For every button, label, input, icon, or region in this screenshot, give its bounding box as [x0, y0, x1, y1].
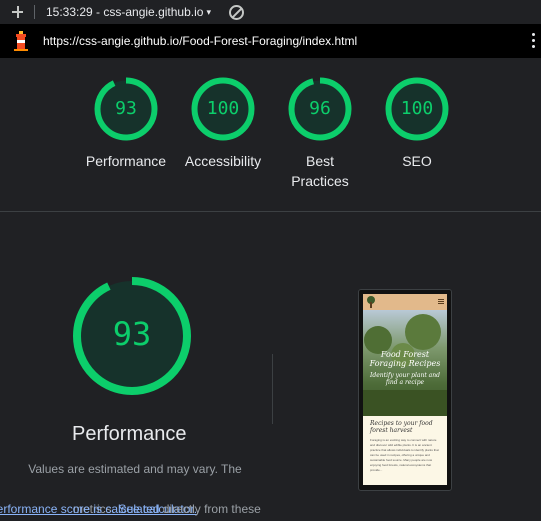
screenshot-nav [363, 294, 447, 310]
description-text: directly from these [159, 502, 261, 516]
report-time-title: 15:33:29 - css-angie.github.io [46, 5, 204, 19]
performance-description: Values are estimated and may vary. The p… [0, 459, 270, 519]
new-tab-plus-icon[interactable] [0, 0, 34, 24]
gauge-score: 96 [309, 98, 331, 119]
section-divider [0, 211, 541, 212]
gauge-label-line: Practices [291, 173, 349, 189]
browser-top-bar: 15:33:29 - css-angie.github.io ▾ [0, 0, 541, 24]
gauge-performance[interactable]: 93 [94, 77, 158, 141]
gauge-score: 100 [206, 98, 240, 119]
gauge-seo[interactable]: 100 [385, 77, 449, 141]
description-line: Values are estimated and may vary. The [28, 462, 242, 476]
screenshot-card-text: Foraging is an exciting way to connect w… [370, 438, 439, 472]
gauge-best-practices[interactable]: 96 [288, 77, 352, 141]
performance-score-link[interactable]: performance score is calculated [0, 502, 159, 516]
gauge-label-seo: SEO [367, 151, 467, 171]
gauge-label-performance: Performance [76, 151, 176, 171]
toolbar-divider [34, 5, 35, 19]
gauge-score: 100 [400, 98, 434, 119]
report-url-bar: https://css-angie.github.io/Food-Forest-… [0, 24, 541, 58]
gauge-label-line: Accessibility [184, 153, 262, 169]
gauge-label-best-practices: Best Practices [270, 151, 370, 191]
chevron-down-icon: ▾ [206, 6, 211, 17]
more-options-icon[interactable] [532, 33, 535, 51]
screenshot-page: Food Forest Foraging Recipes Identify yo… [363, 294, 447, 485]
gauge-accessibility[interactable]: 100 [191, 77, 255, 141]
final-screenshot-thumbnail[interactable]: Food Forest Foraging Recipes Identify yo… [358, 289, 452, 491]
performance-gauge-large: 93 [72, 276, 192, 396]
gauge-score: 93 [115, 98, 137, 119]
gauge-label-line: Best [305, 153, 334, 169]
tree-logo-icon [367, 296, 444, 308]
gauge-label-line: Performance [85, 153, 167, 169]
clear-block-icon[interactable] [228, 4, 244, 20]
screenshot-card-title: Recipes to your food forest harvest [370, 420, 433, 434]
screenshot-hero-title: Food Forest Foraging Recipes [369, 350, 441, 368]
gauge-label-line: SEO [402, 153, 432, 169]
performance-score: 93 [112, 315, 152, 353]
report-title-dropdown[interactable]: 15:33:29 - css-angie.github.io ▾ [46, 5, 211, 19]
screenshot-hero-subtitle: Identify your plant and find a recipe [370, 372, 440, 386]
screenshot-card: Recipes to your food forest harvest Fora… [370, 420, 440, 485]
vertical-divider [272, 354, 273, 424]
gauge-label-accessibility: Accessibility [173, 151, 273, 171]
report-url[interactable]: https://css-angie.github.io/Food-Forest-… [43, 34, 357, 48]
lighthouse-logo-icon [14, 31, 28, 51]
performance-title: Performance [72, 423, 187, 445]
